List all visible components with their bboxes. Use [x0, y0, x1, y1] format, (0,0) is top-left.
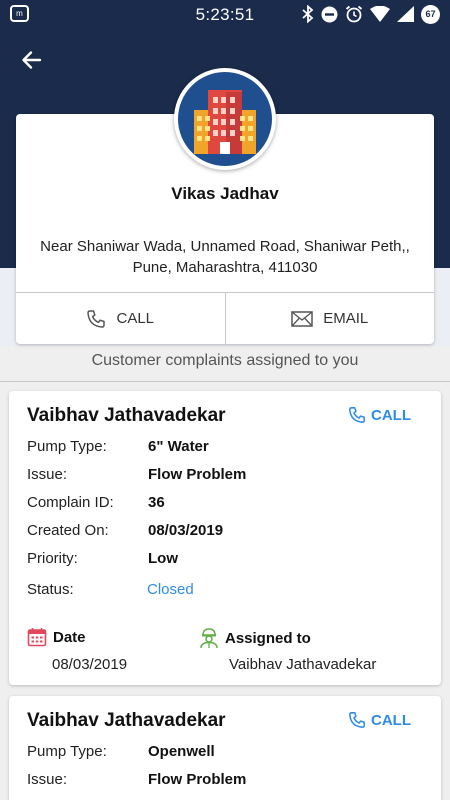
- complaint-customer-name: Vaibhav Jathavadekar: [27, 405, 226, 426]
- complaint-call-label: CALL: [371, 711, 411, 729]
- phone-icon: [349, 407, 365, 423]
- phone-icon: [87, 309, 106, 328]
- status-value: Closed: [147, 581, 194, 598]
- wifi-icon: [370, 6, 390, 22]
- alarm-icon: [345, 5, 363, 23]
- call-label: CALL: [116, 310, 155, 327]
- date-value: 08/03/2019: [52, 656, 128, 673]
- complaint-card[interactable]: Vaibhav Jathavadekar CALL Pump Type: 6" …: [9, 391, 441, 685]
- assigned-to-label: Assigned to: [225, 629, 311, 647]
- priority-label: Priority:: [27, 550, 78, 567]
- email-button[interactable]: EMAIL: [224, 293, 435, 344]
- status-bar: m 5:23:51 67: [0, 0, 450, 28]
- issue-value: Flow Problem: [148, 771, 247, 788]
- complaints-section-title: Customer complaints assigned to you: [91, 352, 359, 369]
- pump-type-value: Openwell: [148, 743, 215, 760]
- contact-actions: CALL EMAIL: [16, 292, 434, 344]
- customer-address: Near Shaniwar Wada, Unnamed Road, Shaniw…: [40, 238, 410, 276]
- building-icon: [194, 90, 256, 154]
- complaint-card[interactable]: Vaibhav Jathavadekar CALL Pump Type: Ope…: [9, 696, 441, 800]
- call-button[interactable]: CALL: [16, 293, 225, 344]
- date-label: Date: [53, 628, 86, 646]
- complaint-call-button[interactable]: CALL: [348, 406, 411, 424]
- battery-indicator: 67: [421, 4, 440, 24]
- date-heading: Date: [27, 627, 86, 647]
- issue-label: Issue:: [27, 466, 68, 483]
- complaint-call-label: CALL: [371, 406, 411, 424]
- pump-type-label: Pump Type:: [27, 743, 107, 760]
- pump-type-value: 6" Water: [148, 438, 209, 455]
- signal-icon: [397, 6, 414, 22]
- assigned-to-heading: Assigned to: [199, 627, 311, 649]
- phone-icon: [349, 712, 365, 728]
- created-on-label: Created On:: [27, 522, 109, 539]
- status-label: Status:: [27, 581, 74, 598]
- email-label: EMAIL: [323, 310, 369, 327]
- complain-id-value: 36: [148, 494, 165, 511]
- created-on-value: 08/03/2019: [148, 522, 224, 539]
- do-not-disturb-icon: [321, 6, 338, 23]
- envelope-icon: [291, 310, 313, 327]
- complaint-customer-name: Vaibhav Jathavadekar: [27, 710, 226, 731]
- complain-id-label: Complain ID:: [27, 494, 114, 511]
- assigned-to-value: Vaibhav Jathavadekar: [229, 656, 377, 673]
- calendar-icon: [27, 628, 47, 647]
- customer-avatar: [174, 68, 276, 170]
- priority-value: Low: [148, 550, 178, 567]
- worker-icon: [200, 628, 218, 649]
- issue-label: Issue:: [27, 771, 68, 788]
- bluetooth-icon: [302, 5, 314, 23]
- customer-name: Vikas Jadhav: [171, 184, 279, 203]
- arrow-back-icon: [22, 51, 42, 69]
- section-divider: [0, 381, 450, 382]
- pump-type-label: Pump Type:: [27, 438, 107, 455]
- back-button[interactable]: [18, 46, 46, 74]
- complaint-call-button[interactable]: CALL: [348, 711, 411, 729]
- issue-value: Flow Problem: [148, 466, 247, 483]
